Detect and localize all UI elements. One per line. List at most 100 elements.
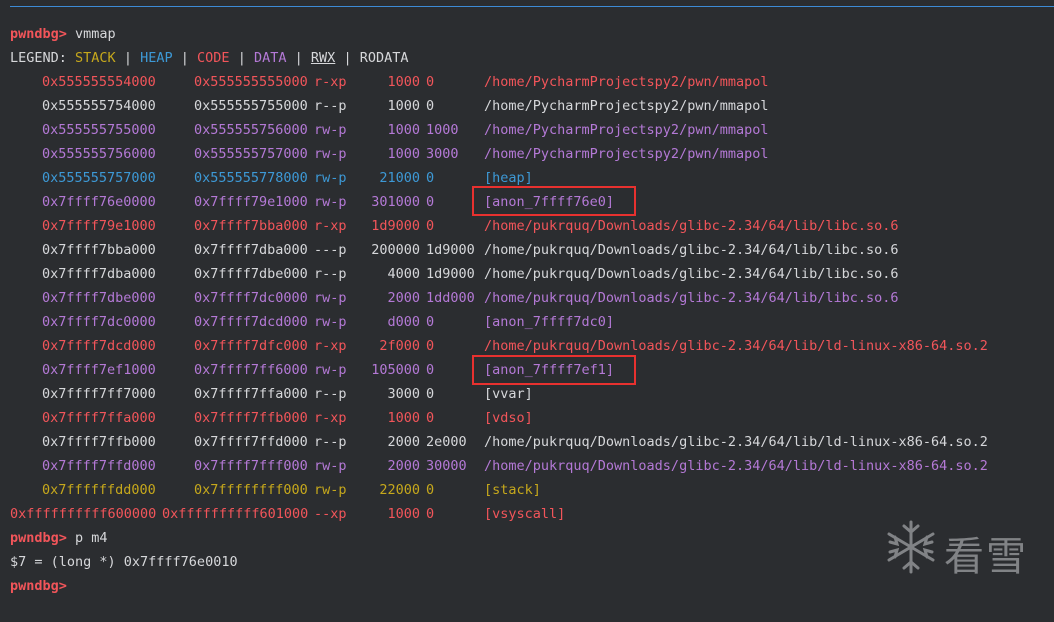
start-address: 0x555555756000 — [42, 146, 156, 162]
end-address: 0x7ffff7fff000 — [194, 458, 308, 474]
size: 2000 — [387, 290, 420, 306]
permissions: rw-p — [314, 482, 347, 498]
permissions: rw-p — [314, 458, 347, 474]
mapping-path: /home/PycharmProjectspy2/pwn/mmapol — [484, 74, 769, 90]
end-address: 0x7ffff7ffa000 — [194, 386, 308, 402]
offset: 0 — [426, 74, 435, 90]
snowflake-icon — [887, 520, 935, 574]
start-address: 0x7ffff7ef1000 — [42, 362, 156, 378]
mapping-path: /home/PycharmProjectspy2/pwn/mmapol — [484, 146, 769, 162]
permissions: r-xp — [314, 338, 347, 354]
end-address: 0x7ffff7dfc000 — [194, 338, 308, 354]
offset: 3000 — [426, 146, 459, 162]
mapping-path: /home/pukrquq/Downloads/glibc-2.34/64/li… — [484, 434, 988, 450]
end-address: 0x7ffff7bba000 — [194, 218, 308, 234]
prompt: pwndbg> — [10, 26, 67, 42]
start-address: 0x555555754000 — [42, 98, 156, 114]
prompt: pwndbg> — [10, 578, 67, 594]
offset: 2e000 — [426, 434, 467, 450]
start-address: 0x555555757000 — [42, 170, 156, 186]
legend-row: LEGEND: STACK | HEAP | CODE | DATA | RWX… — [10, 50, 409, 66]
highlight-box-anon-7ffff76e0 — [472, 186, 636, 216]
permissions: r-xp — [314, 74, 347, 90]
start-address: 0x7ffff7bba000 — [42, 242, 156, 258]
offset: 1000 — [426, 122, 459, 138]
permissions: rw-p — [314, 362, 347, 378]
size: 4000 — [387, 266, 420, 282]
size: 2000 — [387, 458, 420, 474]
legend-code: CODE — [197, 50, 230, 66]
start-address: 0x7ffff7dc0000 — [42, 314, 156, 330]
start-address: 0xffffffffff600000 — [10, 506, 157, 522]
prompt: pwndbg> — [10, 530, 67, 546]
permissions: rw-p — [314, 194, 347, 210]
permissions: rw-p — [314, 314, 347, 330]
command-text: p m4 — [66, 530, 108, 546]
highlight-box-anon-7ffff7ef1 — [472, 355, 636, 385]
mapping-path: /home/pukrquq/Downloads/glibc-2.34/64/li… — [484, 242, 899, 258]
size: 105000 — [371, 362, 420, 378]
permissions: rw-p — [314, 290, 347, 306]
permissions: r--p — [314, 98, 347, 114]
command-line-print: pwndbg> p m4 — [0, 526, 108, 550]
offset: 0 — [426, 218, 435, 234]
offset: 0 — [426, 482, 435, 498]
offset: 0 — [426, 194, 435, 210]
end-address: 0x7ffffffff000 — [194, 482, 308, 498]
mapping-path: /home/PycharmProjectspy2/pwn/mmapol — [484, 98, 769, 114]
permissions: r-xp — [314, 218, 347, 234]
size: 2f000 — [379, 338, 420, 354]
start-address: 0x7ffff7dcd000 — [42, 338, 156, 354]
end-address: 0x7ffff7dba000 — [194, 242, 308, 258]
command-line-empty[interactable]: pwndbg> — [0, 574, 67, 598]
legend-heap: HEAP — [140, 50, 173, 66]
end-address: 0x555555756000 — [194, 122, 308, 138]
size: 1000 — [387, 74, 420, 90]
mapping-path: [anon_7ffff7dc0] — [484, 314, 615, 330]
size: 1000 — [387, 146, 420, 162]
offset: 1d9000 — [426, 242, 475, 258]
legend-rodata: RODATA — [359, 50, 409, 66]
permissions: r--p — [314, 266, 347, 282]
command-text: vmmap — [66, 26, 116, 42]
print-result: $7 = (long *) 0x7ffff76e0010 — [0, 550, 238, 574]
mapping-path: /home/pukrquq/Downloads/glibc-2.34/64/li… — [484, 218, 899, 234]
command-line-vmmap: pwndbg> vmmap — [0, 22, 116, 46]
start-address: 0x7ffff7dbe000 — [42, 290, 156, 306]
legend-rwx: RWX — [310, 50, 336, 66]
start-address: 0x7ffff7ff7000 — [42, 386, 156, 402]
permissions: rw-p — [314, 122, 347, 138]
start-address: 0x7ffff79e1000 — [42, 218, 156, 234]
start-address: 0x7ffff76e0000 — [42, 194, 156, 210]
size: 301000 — [371, 194, 420, 210]
permissions: rw-p — [314, 170, 347, 186]
end-address: 0xffffffffff601000 — [162, 506, 309, 522]
size: 3000 — [387, 386, 420, 402]
size: d000 — [387, 314, 420, 330]
offset: 30000 — [426, 458, 467, 474]
mapping-path: [vsyscall] — [484, 506, 566, 522]
start-address: 0x7ffff7ffd000 — [42, 458, 156, 474]
end-address: 0x7ffff7ff6000 — [194, 362, 308, 378]
legend-stack: STACK — [75, 50, 116, 66]
start-address: 0x7ffff7dba000 — [42, 266, 156, 282]
end-address: 0x7ffff7dbe000 — [194, 266, 308, 282]
offset: 0 — [426, 410, 435, 426]
mapping-path: /home/pukrquq/Downloads/glibc-2.34/64/li… — [484, 290, 899, 306]
offset: 1dd000 — [426, 290, 475, 306]
legend-label: LEGEND: — [10, 50, 67, 66]
offset: 0 — [426, 506, 435, 522]
end-address: 0x555555778000 — [194, 170, 308, 186]
mapping-path: /home/pukrquq/Downloads/glibc-2.34/64/li… — [484, 458, 988, 474]
offset: 1d9000 — [426, 266, 475, 282]
start-address: 0x7ffffffdd000 — [42, 482, 156, 498]
size: 22000 — [379, 482, 420, 498]
mapping-path: /home/pukrquq/Downloads/glibc-2.34/64/li… — [484, 266, 899, 282]
end-address: 0x7ffff79e1000 — [194, 194, 308, 210]
start-address: 0x7ffff7ffb000 — [42, 434, 156, 450]
offset: 0 — [426, 170, 435, 186]
permissions: rw-p — [314, 146, 347, 162]
mapping-path: [vvar] — [484, 386, 533, 402]
kanxue-watermark: 看雪 — [882, 518, 1042, 580]
terminal-top-border — [10, 6, 1054, 7]
